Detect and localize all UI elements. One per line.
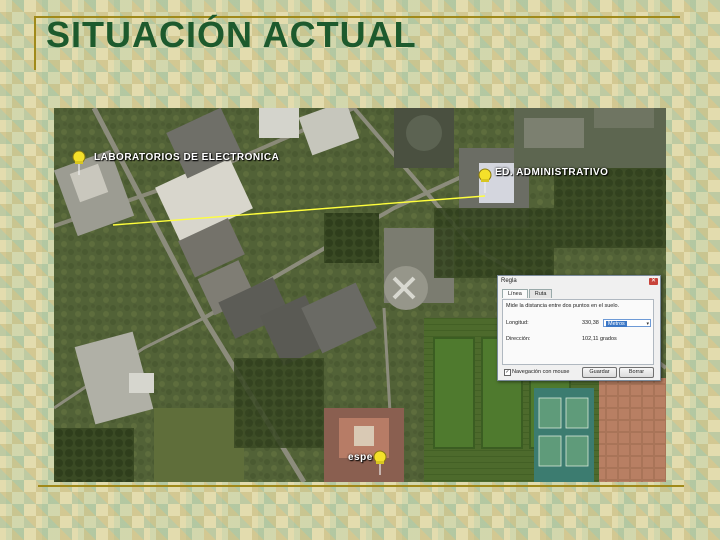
dialog-title: Regla <box>501 278 517 284</box>
dialog-description: Mide la distancia entre dos puntos en el… <box>506 303 620 309</box>
dialog-tabs: Línea Ruta <box>502 289 553 299</box>
tab-ruta[interactable]: Ruta <box>528 289 553 298</box>
label-espe[interactable]: espe <box>348 452 373 463</box>
label-laboratorios[interactable]: LABORATORIOS DE ELECTRONICA <box>94 152 279 163</box>
dialog-body: Mide la distancia entre dos puntos en el… <box>502 299 654 365</box>
direction-label: Dirección: <box>506 336 531 342</box>
title-left-rule <box>34 16 36 70</box>
mouse-nav-label: Navegación con mouse <box>512 369 570 375</box>
chevron-down-icon[interactable]: ▾ <box>646 320 649 328</box>
unit-selected: Metros <box>606 321 627 327</box>
ruler-dialog[interactable]: Regla ✕ Línea Ruta Mide la distancia entr… <box>497 275 661 381</box>
slide-title: SITUACIÓN ACTUAL <box>46 14 417 55</box>
pushpin-icon[interactable] <box>70 150 88 176</box>
direction-value: 102,11 grados <box>582 336 617 342</box>
clear-button[interactable]: Borrar <box>619 367 654 378</box>
bottom-rule <box>38 485 684 487</box>
tab-linea[interactable]: Línea <box>502 289 528 298</box>
unit-select[interactable]: Metros ▾ <box>603 319 651 327</box>
save-button[interactable]: Guardar <box>582 367 617 378</box>
pushpin-icon[interactable] <box>371 450 389 476</box>
close-icon[interactable]: ✕ <box>649 278 658 285</box>
pushpin-icon[interactable] <box>476 168 494 194</box>
mouse-nav-checkbox[interactable]: ✓ <box>504 369 511 376</box>
length-label: Longitud: <box>506 320 529 326</box>
satellite-map[interactable]: LABORATORIOS DE ELECTRONICA ED. ADMINIST… <box>54 108 666 482</box>
length-value: 330,38 <box>582 320 599 326</box>
label-administrativo[interactable]: ED. ADMINISTRATIVO <box>495 167 608 178</box>
